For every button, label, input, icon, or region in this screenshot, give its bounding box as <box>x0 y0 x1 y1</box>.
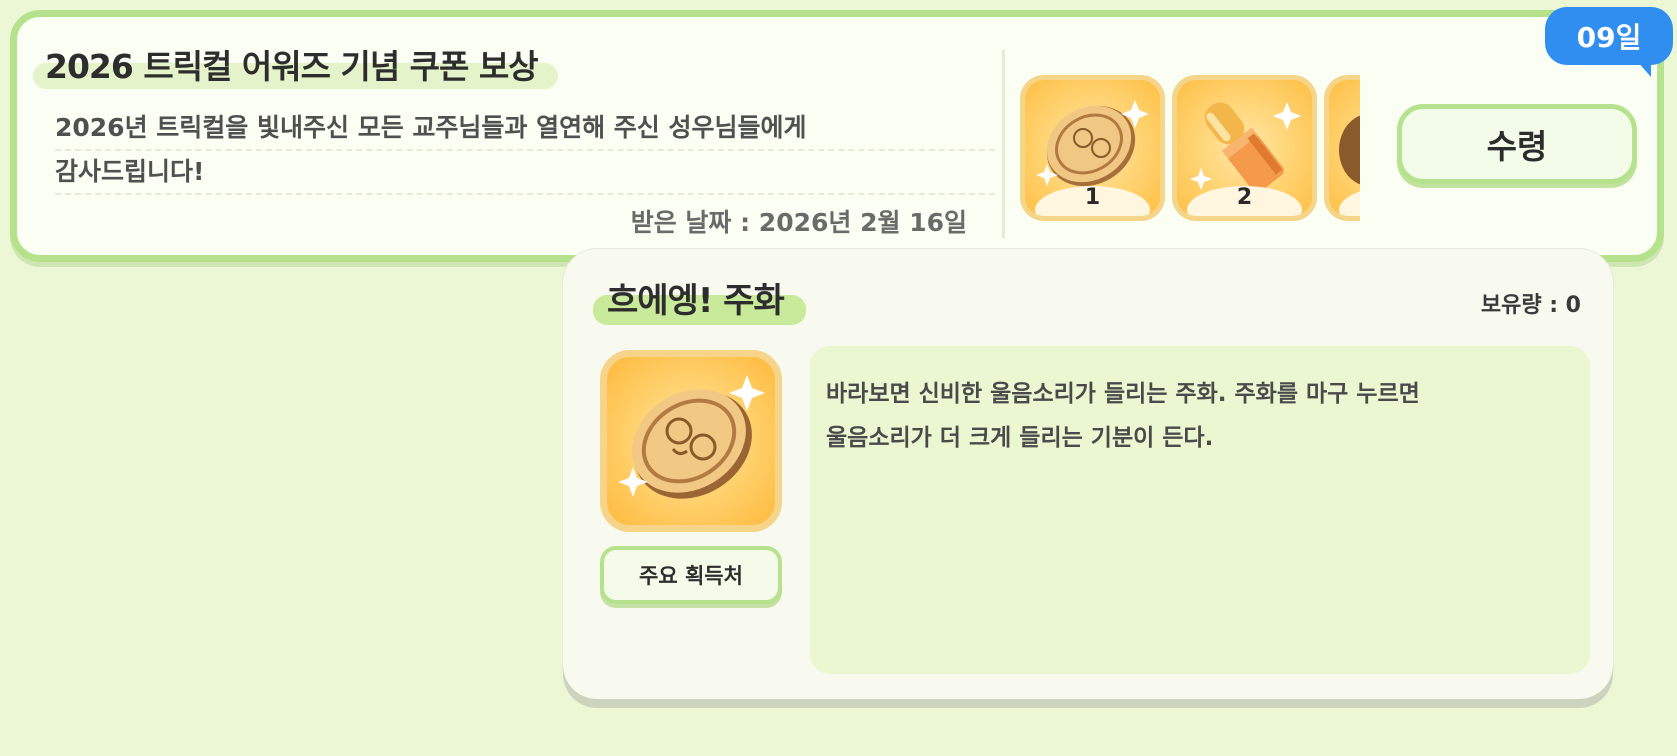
mail-card: 2026 트릭컬 어워즈 기념 쿠폰 보상 2026년 트릭컬을 빛내주신 모든… <box>10 10 1664 262</box>
item-icon-frame <box>600 350 782 532</box>
reward-count: 1 <box>1084 185 1101 210</box>
divider <box>1002 49 1005 239</box>
mail-body-line-2: 감사드립니다! <box>55 151 995 195</box>
item-description-line-1: 바라보면 신비한 울음소리가 들리는 주화. 주화를 마구 누르면 <box>826 381 1420 407</box>
item-title: 흐에엥! 주화 <box>607 280 785 321</box>
item-description: 바라보면 신비한 울음소리가 들리는 주화. 주화를 마구 누르면 울음소리가 … <box>810 346 1590 674</box>
reward-item-coin[interactable]: 1 <box>1020 75 1165 221</box>
mail-body: 2026년 트릭컬을 빛내주신 모든 교주님들과 열연해 주신 성우님들에게 감… <box>55 107 995 195</box>
acquisition-source-button[interactable]: 주요 획득처 <box>600 546 782 604</box>
receive-button[interactable]: 수령 <box>1397 104 1637 184</box>
reward-count: 1 <box>1329 185 1360 210</box>
coin-icon <box>618 375 765 499</box>
reward-list: 1 2 1 <box>1020 75 1360 225</box>
item-title-wrap: 흐에엥! 주화 <box>593 269 806 325</box>
reward-item-lip-balm[interactable]: 2 <box>1172 75 1317 221</box>
mail-received-date: 받은 날짜 : 2026년 2월 16일 <box>630 208 967 237</box>
mail-title: 2026 트릭컬 어워즈 기념 쿠폰 보상 <box>45 47 539 86</box>
days-remaining-badge: 09일 <box>1545 7 1673 77</box>
mail-body-line-1: 2026년 트릭컬을 빛내주신 모든 교주님들과 열연해 주신 성우님들에게 <box>55 107 995 151</box>
mail-title-wrap: 2026 트릭컬 어워즈 기념 쿠폰 보상 <box>33 39 558 89</box>
item-description-line-2: 울음소리가 더 크게 들리는 기분이 든다. <box>826 425 1214 451</box>
item-detail-popup: 흐에엥! 주화 보유량 : 0 주요 획득처 바라보면 신비한 울음소리가 들리… <box>563 249 1613 699</box>
reward-count: 2 <box>1236 185 1253 210</box>
reward-item-gold[interactable]: 1 <box>1324 75 1360 221</box>
owned-quantity: 보유량 : 0 <box>1480 293 1581 318</box>
